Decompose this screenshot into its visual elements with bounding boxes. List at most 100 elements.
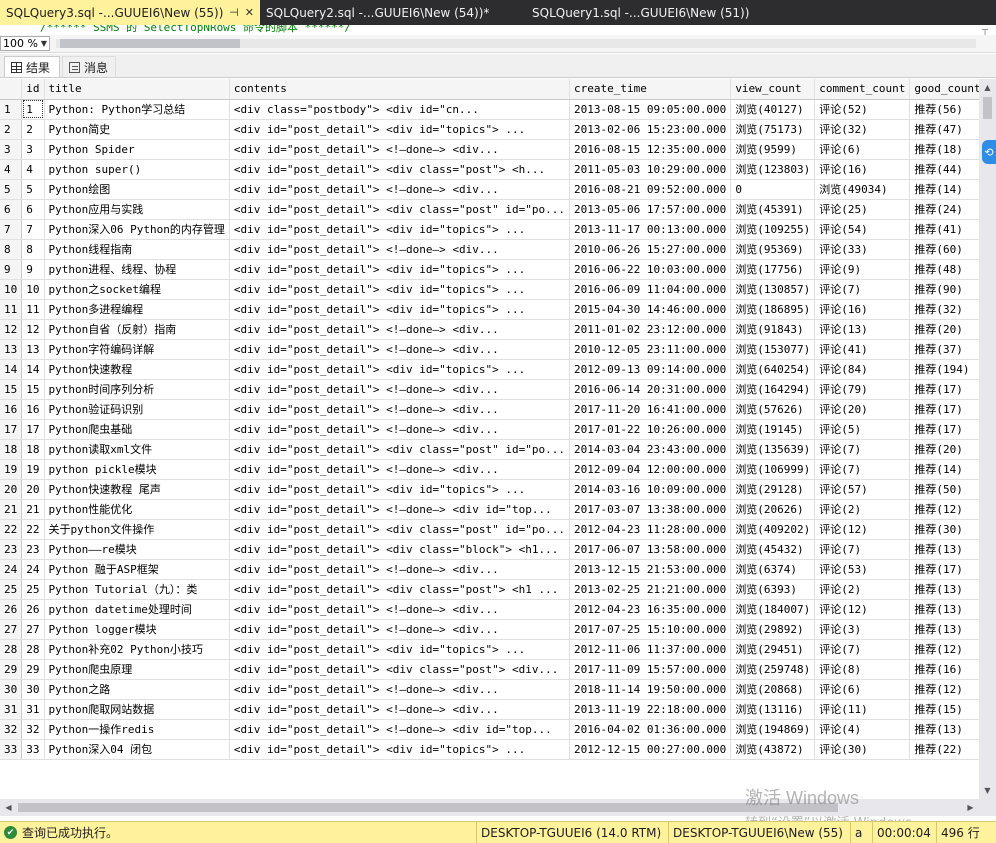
table-row[interactable]: 4 4 python super() <div id="post_detail"> <…: [0, 159, 979, 180]
cell-good-count[interactable]: 推荐(13): [909, 719, 979, 740]
cell-contents[interactable]: <div id="post_detail"> <div id="topics">…: [229, 299, 570, 320]
cell-row-number[interactable]: 23: [0, 539, 23, 560]
cell-view-count[interactable]: 浏览(95369): [730, 239, 816, 260]
cell-comment-count[interactable]: 评论(9): [814, 259, 911, 280]
cell-title[interactable]: python pickle模块: [44, 459, 230, 480]
cell-row-number[interactable]: 24: [0, 559, 23, 580]
cell-good-count[interactable]: 推荐(50): [909, 479, 979, 500]
editor-horizontal-scrollbar[interactable]: [56, 39, 976, 48]
column-header-comment-count[interactable]: comment_count: [814, 79, 911, 100]
cell-row-number[interactable]: 5: [0, 179, 23, 200]
cell-id[interactable]: 28: [21, 639, 45, 660]
cell-good-count[interactable]: 推荐(12): [909, 639, 979, 660]
cell-title[interactable]: Python应用与实践: [44, 199, 230, 220]
cell-comment-count[interactable]: 评论(32): [814, 119, 911, 140]
scroll-up-icon[interactable]: ▲: [979, 79, 996, 96]
cell-comment-count[interactable]: 评论(16): [814, 299, 911, 320]
table-row[interactable]: 29 29 Python爬虫原理 <div id="post_detail"> <di…: [0, 659, 979, 680]
table-row[interactable]: 24 24 Python 融于ASP框架 <div id="post_detail">…: [0, 559, 979, 580]
table-row[interactable]: 32 32 Python一操作redis <div id="post_detail">…: [0, 719, 979, 740]
cell-title[interactable]: Python线程指南: [44, 239, 230, 260]
cell-id[interactable]: 31: [21, 699, 45, 720]
cell-view-count[interactable]: 浏览(135639): [730, 439, 816, 460]
cell-comment-count[interactable]: 评论(54): [814, 219, 911, 240]
cell-comment-count[interactable]: 评论(6): [814, 679, 911, 700]
cell-contents[interactable]: <div id="post_detail"> <div class="post"…: [229, 439, 570, 460]
cell-comment-count[interactable]: 评论(7): [814, 539, 911, 560]
cell-row-number[interactable]: 2: [0, 119, 23, 140]
cell-create-time[interactable]: 2013-05-06 17:57:00.000: [569, 199, 732, 220]
cell-view-count[interactable]: 浏览(20626): [730, 499, 816, 520]
cell-comment-count[interactable]: 评论(57): [814, 479, 911, 500]
cell-view-count[interactable]: 浏览(17756): [730, 259, 816, 280]
cell-view-count[interactable]: 浏览(164294): [730, 379, 816, 400]
cell-good-count[interactable]: 推荐(44): [909, 159, 979, 180]
cell-comment-count[interactable]: 评论(12): [814, 599, 911, 620]
cell-create-time[interactable]: 2012-11-06 11:37:00.000: [569, 639, 732, 660]
cell-contents[interactable]: <div id="post_detail"> <div class="post"…: [229, 579, 570, 600]
tab-results[interactable]: 结果: [4, 56, 60, 77]
cell-comment-count[interactable]: 评论(30): [814, 739, 911, 760]
cell-create-time[interactable]: 2016-06-14 20:31:00.000: [569, 379, 732, 400]
cell-row-number[interactable]: 7: [0, 219, 23, 240]
cell-title[interactable]: Python Spider: [44, 139, 230, 160]
cell-contents[interactable]: <div id="post_detail"> <div class="post"…: [229, 659, 570, 680]
cell-contents[interactable]: <div id="post_detail"> <!—done—> <div...: [229, 599, 570, 620]
cell-contents[interactable]: <div id="post_detail"> <!—done—> <div...: [229, 139, 570, 160]
cell-title[interactable]: python爬取网站数据: [44, 699, 230, 720]
cell-create-time[interactable]: 2013-02-06 15:23:00.000: [569, 119, 732, 140]
cell-row-number[interactable]: 26: [0, 599, 23, 620]
cell-create-time[interactable]: 2014-03-04 23:43:00.000: [569, 439, 732, 460]
cell-id[interactable]: 11: [21, 299, 45, 320]
cell-id[interactable]: 15: [21, 379, 45, 400]
cell-good-count[interactable]: 推荐(32): [909, 299, 979, 320]
cell-id[interactable]: 22: [21, 519, 45, 540]
grid-horizontal-scrollbar[interactable]: ◀ ▶: [0, 799, 996, 816]
cell-row-number[interactable]: 27: [0, 619, 23, 640]
cell-create-time[interactable]: 2012-04-23 16:35:00.000: [569, 599, 732, 620]
cell-title[interactable]: Python爬虫原理: [44, 659, 230, 680]
cell-title[interactable]: Python自省（反射）指南: [44, 319, 230, 340]
cell-create-time[interactable]: 2017-01-22 10:26:00.000: [569, 419, 732, 440]
cell-create-time[interactable]: 2012-09-13 09:14:00.000: [569, 359, 732, 380]
cell-good-count[interactable]: 推荐(13): [909, 599, 979, 620]
cell-row-number[interactable]: 10: [0, 279, 23, 300]
cell-good-count[interactable]: 推荐(48): [909, 259, 979, 280]
cell-row-number[interactable]: 33: [0, 739, 23, 760]
cell-contents[interactable]: <div id="post_detail"> <!—done—> <div...: [229, 419, 570, 440]
cell-create-time[interactable]: 2013-12-15 21:53:00.000: [569, 559, 732, 580]
cell-contents[interactable]: <div id="post_detail"> <div id="topics">…: [229, 119, 570, 140]
cell-title[interactable]: Python 融于ASP框架: [44, 559, 230, 580]
cell-view-count[interactable]: 0: [730, 179, 816, 200]
cell-row-number[interactable]: 22: [0, 519, 23, 540]
cell-good-count[interactable]: 推荐(17): [909, 379, 979, 400]
cell-create-time[interactable]: 2016-04-02 01:36:00.000: [569, 719, 732, 740]
scroll-thumb[interactable]: [60, 39, 240, 48]
cell-view-count[interactable]: 浏览(123803): [730, 159, 816, 180]
cell-view-count[interactable]: 浏览(153077): [730, 339, 816, 360]
cell-good-count[interactable]: 推荐(41): [909, 219, 979, 240]
cell-title[interactable]: python datetime处理时间: [44, 599, 230, 620]
cell-row-number[interactable]: 1: [0, 99, 23, 120]
cell-comment-count[interactable]: 评论(7): [814, 439, 911, 460]
cell-id[interactable]: 33: [21, 739, 45, 760]
cell-comment-count[interactable]: 评论(41): [814, 339, 911, 360]
cell-row-number[interactable]: 20: [0, 479, 23, 500]
cell-create-time[interactable]: 2012-12-15 00:27:00.000: [569, 739, 732, 760]
cell-create-time[interactable]: 2016-06-22 10:03:00.000: [569, 259, 732, 280]
table-row[interactable]: 23 23 Python——re模块 <div id="post_detail"> <…: [0, 539, 979, 560]
cell-contents[interactable]: <div id="post_detail"> <div id="topics">…: [229, 359, 570, 380]
table-row[interactable]: 15 15 python时间序列分析 <div id="post_detail"> <…: [0, 379, 979, 400]
cell-id[interactable]: 17: [21, 419, 45, 440]
cell-view-count[interactable]: 浏览(43872): [730, 739, 816, 760]
cell-contents[interactable]: <div id="post_detail"> <!—done—> <div...: [229, 619, 570, 640]
cell-row-number[interactable]: 29: [0, 659, 23, 680]
cell-comment-count[interactable]: 评论(79): [814, 379, 911, 400]
cell-title[interactable]: Python——re模块: [44, 539, 230, 560]
cell-create-time[interactable]: 2010-12-05 23:11:00.000: [569, 339, 732, 360]
table-row[interactable]: 5 5 Python绘图 <div id="post_detail"> <!—done…: [0, 179, 979, 200]
cell-id[interactable]: 18: [21, 439, 45, 460]
cell-view-count[interactable]: 浏览(409202): [730, 519, 816, 540]
cell-title[interactable]: Python深入06 Python的内存管理: [44, 219, 230, 240]
cell-good-count[interactable]: 推荐(22): [909, 739, 979, 760]
